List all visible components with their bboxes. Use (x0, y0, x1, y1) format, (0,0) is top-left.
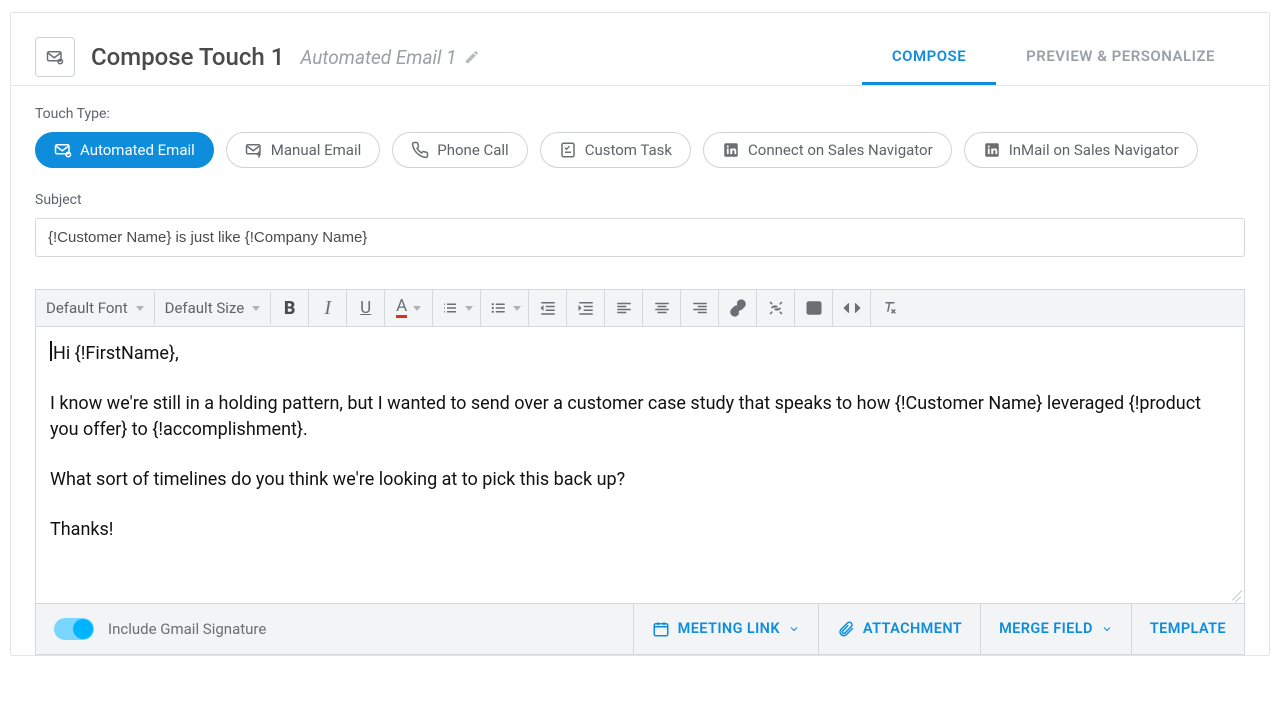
page-title: Compose Touch 1 (91, 43, 284, 71)
toolbar-font-dropdown[interactable]: Default Font (36, 291, 155, 325)
email-body-editor[interactable]: Hi {!FirstName}, I know we're still in a… (36, 327, 1244, 603)
toolbar-align-center-button[interactable] (643, 290, 681, 326)
toolbar-indent-button[interactable] (567, 290, 605, 326)
subject-input[interactable] (35, 218, 1245, 257)
toolbar-ordered-list-button[interactable] (433, 290, 481, 326)
linkedin-icon (722, 141, 740, 159)
touch-type-connect-sales-nav[interactable]: Connect on Sales Navigator (703, 132, 952, 168)
checklist-icon (559, 141, 577, 159)
touch-type-label: Touch Type: (35, 106, 1245, 122)
toolbar-link-button[interactable] (719, 290, 757, 326)
touch-type-phone-call[interactable]: Phone Call (392, 132, 527, 168)
toolbar-size-dropdown[interactable]: Default Size (155, 291, 272, 325)
toolbar-code-button[interactable] (833, 290, 871, 326)
chevron-down-icon (413, 306, 421, 311)
mail-settings-icon (35, 37, 75, 77)
template-button[interactable]: TEMPLATE (1131, 604, 1244, 654)
chevron-down-icon (136, 306, 144, 311)
tab-compose[interactable]: COMPOSE (862, 29, 996, 85)
touch-type-options: Automated Email Manual Email Phone Call … (35, 132, 1245, 168)
toolbar-align-left-button[interactable] (605, 290, 643, 326)
rich-text-toolbar: Default Font Default Size B I U A (36, 290, 1244, 327)
chevron-down-icon (1101, 623, 1113, 635)
tab-preview-personalize[interactable]: PREVIEW & PERSONALIZE (996, 29, 1245, 85)
page-subtitle: Automated Email 1 (300, 46, 480, 69)
touch-type-inmail-sales-nav[interactable]: InMail on Sales Navigator (964, 132, 1198, 168)
calendar-icon (652, 620, 670, 638)
paperclip-icon (837, 620, 855, 638)
meeting-link-button[interactable]: MEETING LINK (633, 604, 818, 654)
touch-type-automated-email[interactable]: Automated Email (35, 132, 214, 168)
linkedin-icon (983, 141, 1001, 159)
mail-gear-icon (54, 141, 72, 159)
toolbar-bold-button[interactable]: B (271, 290, 309, 326)
toolbar-italic-button[interactable]: I (309, 290, 347, 326)
pencil-icon[interactable] (464, 49, 480, 65)
toolbar-underline-button[interactable]: U (347, 290, 385, 326)
toolbar-text-color-button[interactable]: A (385, 290, 433, 326)
text-cursor (50, 341, 52, 361)
gmail-signature-label: Include Gmail Signature (108, 620, 266, 638)
chevron-down-icon (788, 623, 800, 635)
touch-type-custom-task[interactable]: Custom Task (540, 132, 691, 168)
chevron-down-icon (513, 306, 521, 311)
header: Compose Touch 1 Automated Email 1 COMPOS… (11, 13, 1269, 86)
toolbar-image-button[interactable] (795, 290, 833, 326)
toolbar-outdent-button[interactable] (529, 290, 567, 326)
toolbar-align-right-button[interactable] (681, 290, 719, 326)
toolbar-clear-formatting-button[interactable] (871, 290, 909, 326)
mail-lightning-icon (245, 141, 263, 159)
toolbar-unordered-list-button[interactable] (481, 290, 529, 326)
merge-field-button[interactable]: MERGE FIELD (980, 604, 1131, 654)
subject-label: Subject (35, 192, 1245, 208)
chevron-down-icon (252, 306, 260, 311)
chevron-down-icon (465, 306, 473, 311)
gmail-signature-toggle[interactable] (54, 618, 94, 640)
phone-icon (411, 141, 429, 159)
touch-type-manual-email[interactable]: Manual Email (226, 132, 380, 168)
toolbar-unlink-button[interactable] (757, 290, 795, 326)
attachment-button[interactable]: ATTACHMENT (818, 604, 980, 654)
resize-handle-icon[interactable] (1228, 587, 1242, 601)
